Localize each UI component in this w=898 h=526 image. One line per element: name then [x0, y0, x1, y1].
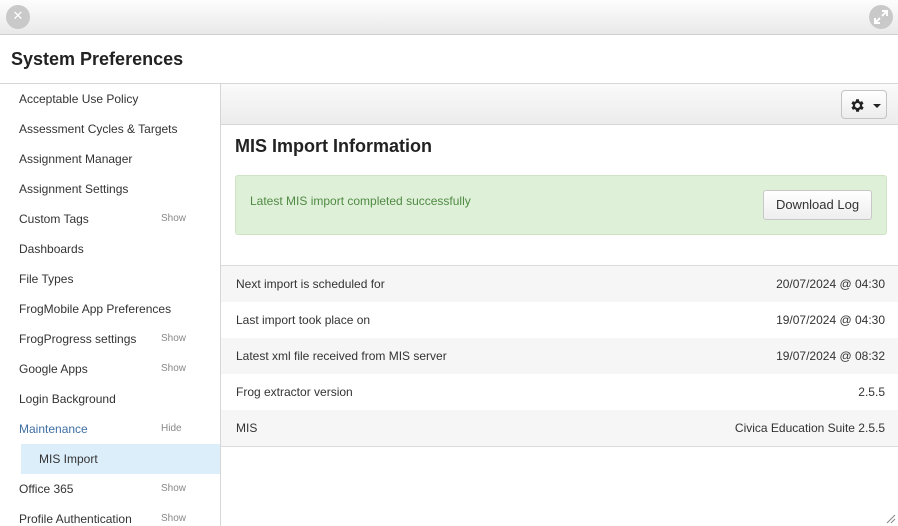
sidebar-item-maintenance[interactable]: Maintenance Hide	[0, 414, 220, 444]
sidebar-item-custom-tags[interactable]: Custom Tags Show	[0, 204, 220, 234]
sidebar-item-office-365[interactable]: Office 365 Show	[0, 474, 220, 504]
sidebar-item-label: MIS Import	[39, 452, 98, 466]
sidebar-item-label: Dashboards	[19, 242, 84, 256]
sidebar-item-assignment-settings[interactable]: Assignment Settings	[0, 174, 220, 204]
section-title: MIS Import Information	[235, 136, 432, 156]
expand-icon[interactable]	[869, 5, 893, 29]
sidebar-item-label: FrogMobile App Preferences	[19, 302, 172, 316]
sidebar-item-label: Acceptable Use Policy	[19, 92, 139, 106]
row-label: Last import took place on	[236, 313, 371, 327]
row-value: Civica Education Suite 2.5.5	[734, 421, 885, 435]
row-label: Frog extractor version	[236, 385, 353, 399]
sidebar-item-frogprogress[interactable]: FrogProgress settings Show	[0, 324, 220, 354]
sidebar-item-file-types[interactable]: File Types	[0, 264, 220, 294]
show-toggle[interactable]: Show	[161, 324, 186, 354]
hide-toggle[interactable]: Hide	[161, 414, 182, 444]
sidebar-item-frogmobile[interactable]: FrogMobile App Preferences	[0, 294, 220, 324]
sidebar-item-assignment-manager[interactable]: Assignment Manager	[0, 144, 220, 174]
gear-icon	[851, 99, 864, 112]
sidebar-item-assessment-cycles[interactable]: Assessment Cycles & Targets	[0, 114, 220, 144]
table-row: MIS Civica Education Suite 2.5.5	[221, 410, 898, 446]
show-toggle[interactable]: Show	[161, 354, 186, 384]
table-row: Last import took place on 19/07/2024 @ 0…	[221, 302, 898, 338]
sidebar-item-label: Maintenance	[19, 422, 88, 436]
page-title: System Preferences	[11, 49, 184, 69]
table-row: Frog extractor version 2.5.5	[221, 374, 898, 410]
row-label: Next import is scheduled for	[236, 277, 385, 291]
import-info-table: Next import is scheduled for 20/07/2024 …	[221, 265, 898, 447]
toolbar	[221, 84, 898, 125]
close-icon[interactable]: ✕	[6, 5, 30, 29]
row-label: Latest xml file received from MIS server	[236, 349, 447, 363]
row-label: MIS	[236, 421, 258, 435]
resize-grip-icon[interactable]	[884, 512, 896, 524]
sidebar-item-label: FrogProgress settings	[19, 332, 137, 346]
sidebar-item-profile-authentication[interactable]: Profile Authentication Show	[0, 504, 220, 526]
sidebar-item-label: Google Apps	[19, 362, 88, 376]
sidebar-item-label: Login Background	[19, 392, 116, 406]
show-toggle[interactable]: Show	[161, 204, 186, 234]
sidebar-item-label: Assignment Settings	[19, 182, 129, 196]
sidebar-item-label: Custom Tags	[19, 212, 89, 226]
chevron-down-icon	[873, 104, 881, 108]
sidebar-item-login-background[interactable]: Login Background	[0, 384, 220, 414]
sidebar-item-label: Profile Authentication	[19, 512, 132, 526]
sidebar-item-label: Assessment Cycles & Targets	[19, 122, 178, 136]
row-value: 19/07/2024 @ 04:30	[776, 313, 885, 327]
alert-message: Latest MIS import completed successfully	[250, 194, 471, 208]
download-log-button[interactable]: Download Log	[763, 190, 872, 220]
sidebar-item-label: Assignment Manager	[19, 152, 133, 166]
main-panel: MIS Import Information Latest MIS import…	[221, 84, 898, 526]
show-toggle[interactable]: Show	[161, 474, 186, 504]
table-row: Next import is scheduled for 20/07/2024 …	[221, 266, 898, 302]
page-header: System Preferences	[0, 35, 898, 84]
show-toggle[interactable]: Show	[161, 504, 186, 526]
row-value: 20/07/2024 @ 04:30	[776, 277, 885, 291]
sidebar-item-mis-import[interactable]: MIS Import	[21, 444, 220, 474]
row-value: 2.5.5	[858, 385, 885, 399]
table-row: Latest xml file received from MIS server…	[221, 338, 898, 374]
sidebar-item-label: Office 365	[19, 482, 74, 496]
settings-dropdown-button[interactable]	[841, 90, 887, 119]
preferences-sidebar: Acceptable Use Policy Assessment Cycles …	[0, 84, 221, 526]
sidebar-item-label: File Types	[19, 272, 74, 286]
window-titlebar: ✕	[0, 0, 898, 35]
sidebar-item-dashboards[interactable]: Dashboards	[0, 234, 220, 264]
sidebar-item-google-apps[interactable]: Google Apps Show	[0, 354, 220, 384]
sidebar-item-acceptable-use-policy[interactable]: Acceptable Use Policy	[0, 84, 220, 114]
success-alert: Latest MIS import completed successfully…	[235, 175, 887, 235]
row-value: 19/07/2024 @ 08:32	[776, 349, 885, 363]
